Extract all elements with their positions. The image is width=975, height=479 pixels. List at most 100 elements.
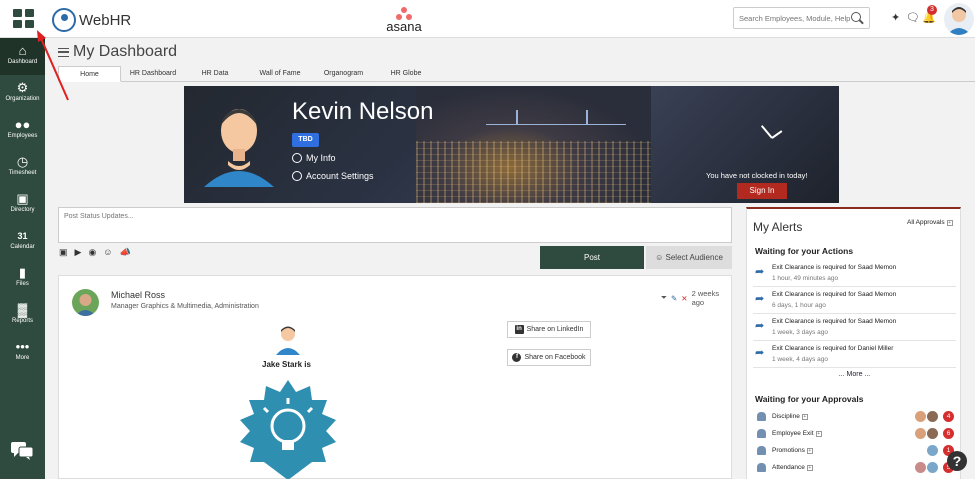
tab-hr-globe[interactable]: HR Globe bbox=[372, 66, 440, 82]
alert-time: 1 week, 4 days ago bbox=[772, 356, 829, 363]
alerts-panel: My Alerts All Approvals + Waiting for yo… bbox=[746, 207, 961, 479]
author-avatar[interactable] bbox=[72, 289, 99, 316]
edit-icon[interactable]: ✎ bbox=[671, 294, 677, 303]
tab-hr-dashboard[interactable]: HR Dashboard bbox=[121, 66, 185, 82]
sidebar-item-employees[interactable]: ●● Employees bbox=[0, 112, 45, 149]
approval-item-employee-exit[interactable]: Employee Exit + 6 bbox=[757, 428, 957, 443]
tab-home[interactable]: Home bbox=[58, 66, 121, 82]
approvals-heading: Waiting for your Approvals bbox=[755, 394, 864, 404]
sidebar-item-calendar[interactable]: 31 Calendar bbox=[0, 223, 45, 260]
approval-item-attendance[interactable]: Attendance+ 5 bbox=[757, 462, 957, 477]
sidebar-item-directory[interactable]: ▣ Directory bbox=[0, 186, 45, 223]
search-icon[interactable] bbox=[851, 12, 861, 22]
user-icon: ☺ bbox=[655, 253, 664, 262]
feed-post: Michael Ross Manager Graphics & Multimed… bbox=[58, 275, 732, 479]
sidebar-item-label: Calendar bbox=[10, 244, 35, 250]
approver-avatar bbox=[915, 462, 926, 473]
image-icon[interactable]: ▣ bbox=[59, 246, 68, 258]
approval-label: Employee Exit bbox=[772, 430, 814, 437]
approval-label: Attendance bbox=[772, 464, 805, 471]
search-input[interactable] bbox=[733, 7, 870, 29]
chat-bubbles-icon[interactable]: 🗨 bbox=[906, 11, 920, 24]
action-alert-item[interactable]: ➦ Exit Clearance is required for Saad Me… bbox=[753, 288, 956, 314]
city-background-image bbox=[416, 86, 651, 203]
expand-icon: + bbox=[806, 464, 813, 471]
action-alert-item[interactable]: ➦ Exit Clearance is required for Daniel … bbox=[753, 342, 956, 368]
tab-wall-of-fame[interactable]: Wall of Fame bbox=[245, 66, 315, 82]
approval-item-promotions[interactable]: Promotions + 1 bbox=[757, 445, 957, 460]
author-avatar-icon bbox=[75, 294, 96, 316]
expand-icon: + bbox=[801, 413, 808, 420]
link-icon[interactable]: ◉ bbox=[88, 246, 96, 258]
sidebar-item-organization[interactable]: ⚙ Organization bbox=[0, 75, 45, 112]
tab-bar: Home HR Dashboard HR Data Wall of Fame O… bbox=[58, 66, 975, 82]
apps-grid-icon[interactable] bbox=[13, 9, 35, 29]
pin-icon[interactable]: ✦ bbox=[891, 11, 900, 24]
approver-avatar bbox=[927, 445, 938, 456]
profile-banner: Kevin Nelson TBD My Info Account Setting… bbox=[184, 86, 839, 203]
bar-chart-icon: ▓ bbox=[17, 302, 28, 317]
approver-avatar bbox=[927, 411, 938, 422]
approver-avatar bbox=[927, 428, 938, 439]
sidebar-item-more[interactable]: ••• More bbox=[0, 334, 45, 371]
pin-icon[interactable]: ⏷ bbox=[661, 293, 667, 303]
status-update-input[interactable] bbox=[58, 207, 732, 243]
arrow-right-icon: ➦ bbox=[755, 266, 765, 278]
sidebar: ⌂ Dashboard ⚙ Organization ●● Employees … bbox=[0, 38, 45, 479]
page-title: My Dashboard bbox=[73, 43, 178, 60]
sign-in-button[interactable]: Sign In bbox=[737, 183, 787, 199]
all-approvals-link[interactable]: All Approvals + bbox=[907, 219, 953, 226]
tab-hr-data[interactable]: HR Data bbox=[185, 66, 245, 82]
gear-icon: ⚙ bbox=[16, 80, 29, 95]
delete-icon[interactable]: ✕ bbox=[681, 294, 687, 303]
people-icon: ●● bbox=[14, 117, 31, 132]
my-info-link[interactable]: My Info bbox=[292, 153, 336, 163]
approval-label-wrap: Attendance + bbox=[772, 464, 813, 471]
alert-time: 6 days, 1 hour ago bbox=[772, 302, 826, 309]
sidebar-item-timesheet[interactable]: ◷ Timesheet bbox=[0, 149, 45, 186]
emoji-icon[interactable]: ☺ bbox=[103, 246, 112, 258]
account-settings-link[interactable]: Account Settings bbox=[292, 171, 374, 181]
expand-icon: + bbox=[806, 447, 813, 454]
bell-icon bbox=[757, 429, 766, 438]
sidebar-item-label: More bbox=[15, 355, 30, 361]
expand-icon: + bbox=[946, 219, 953, 226]
more-alerts-link[interactable]: ... More ... bbox=[747, 371, 962, 378]
chat-icon[interactable] bbox=[11, 442, 33, 460]
calendar-icon: 31 bbox=[17, 231, 28, 241]
company-logo-text: asana bbox=[386, 19, 422, 34]
user-icon bbox=[292, 153, 302, 163]
help-icon[interactable]: ? bbox=[947, 451, 967, 471]
share-linkedin-button[interactable]: in Share on LinkedIn bbox=[507, 321, 591, 338]
webhr-logo-icon bbox=[52, 8, 76, 32]
select-audience-button[interactable]: ☺ Select Audience bbox=[646, 246, 732, 269]
sidebar-item-label: Files bbox=[16, 281, 29, 287]
approval-label-wrap: Discipline + bbox=[772, 413, 808, 420]
post-author-name[interactable]: Michael Ross bbox=[111, 290, 165, 300]
sidebar-item-dashboard[interactable]: ⌂ Dashboard bbox=[0, 38, 45, 75]
alert-text: Exit Clearance is required for Saad Memo… bbox=[772, 318, 897, 325]
home-icon: ⌂ bbox=[18, 43, 27, 58]
video-icon[interactable]: ▶ bbox=[75, 246, 82, 258]
clock-status-text: You have not clocked in today! bbox=[706, 171, 808, 180]
approver-avatar bbox=[915, 411, 926, 422]
sidebar-item-label: Dashboard bbox=[7, 59, 38, 65]
post-button[interactable]: Post bbox=[540, 246, 644, 269]
approval-item-discipline[interactable]: Discipline + 4 bbox=[757, 411, 957, 426]
sidebar-item-reports[interactable]: ▓ Reports bbox=[0, 297, 45, 334]
sidebar-item-label: Reports bbox=[11, 318, 33, 324]
hamburger-menu-icon[interactable] bbox=[58, 47, 69, 57]
approval-label-wrap: Promotions + bbox=[772, 447, 813, 454]
action-alert-item[interactable]: ➦ Exit Clearance is required for Saad Me… bbox=[753, 315, 956, 341]
tab-organogram[interactable]: Organogram bbox=[315, 66, 372, 82]
megaphone-icon[interactable]: 📣 bbox=[120, 246, 131, 258]
action-alert-item[interactable]: ➦ Exit Clearance is required for Saad Me… bbox=[753, 261, 956, 287]
sidebar-item-label: Directory bbox=[10, 207, 35, 213]
user-avatar[interactable] bbox=[944, 3, 974, 35]
sidebar-item-files[interactable]: ▮ Files bbox=[0, 260, 45, 297]
clock-icon: ◷ bbox=[16, 154, 29, 169]
webhr-logo[interactable]: WebHR bbox=[52, 7, 131, 33]
ellipsis-icon: ••• bbox=[15, 339, 30, 354]
share-facebook-button[interactable]: f Share on Facebook bbox=[507, 349, 591, 366]
all-approvals-label: All Approvals bbox=[907, 219, 945, 226]
